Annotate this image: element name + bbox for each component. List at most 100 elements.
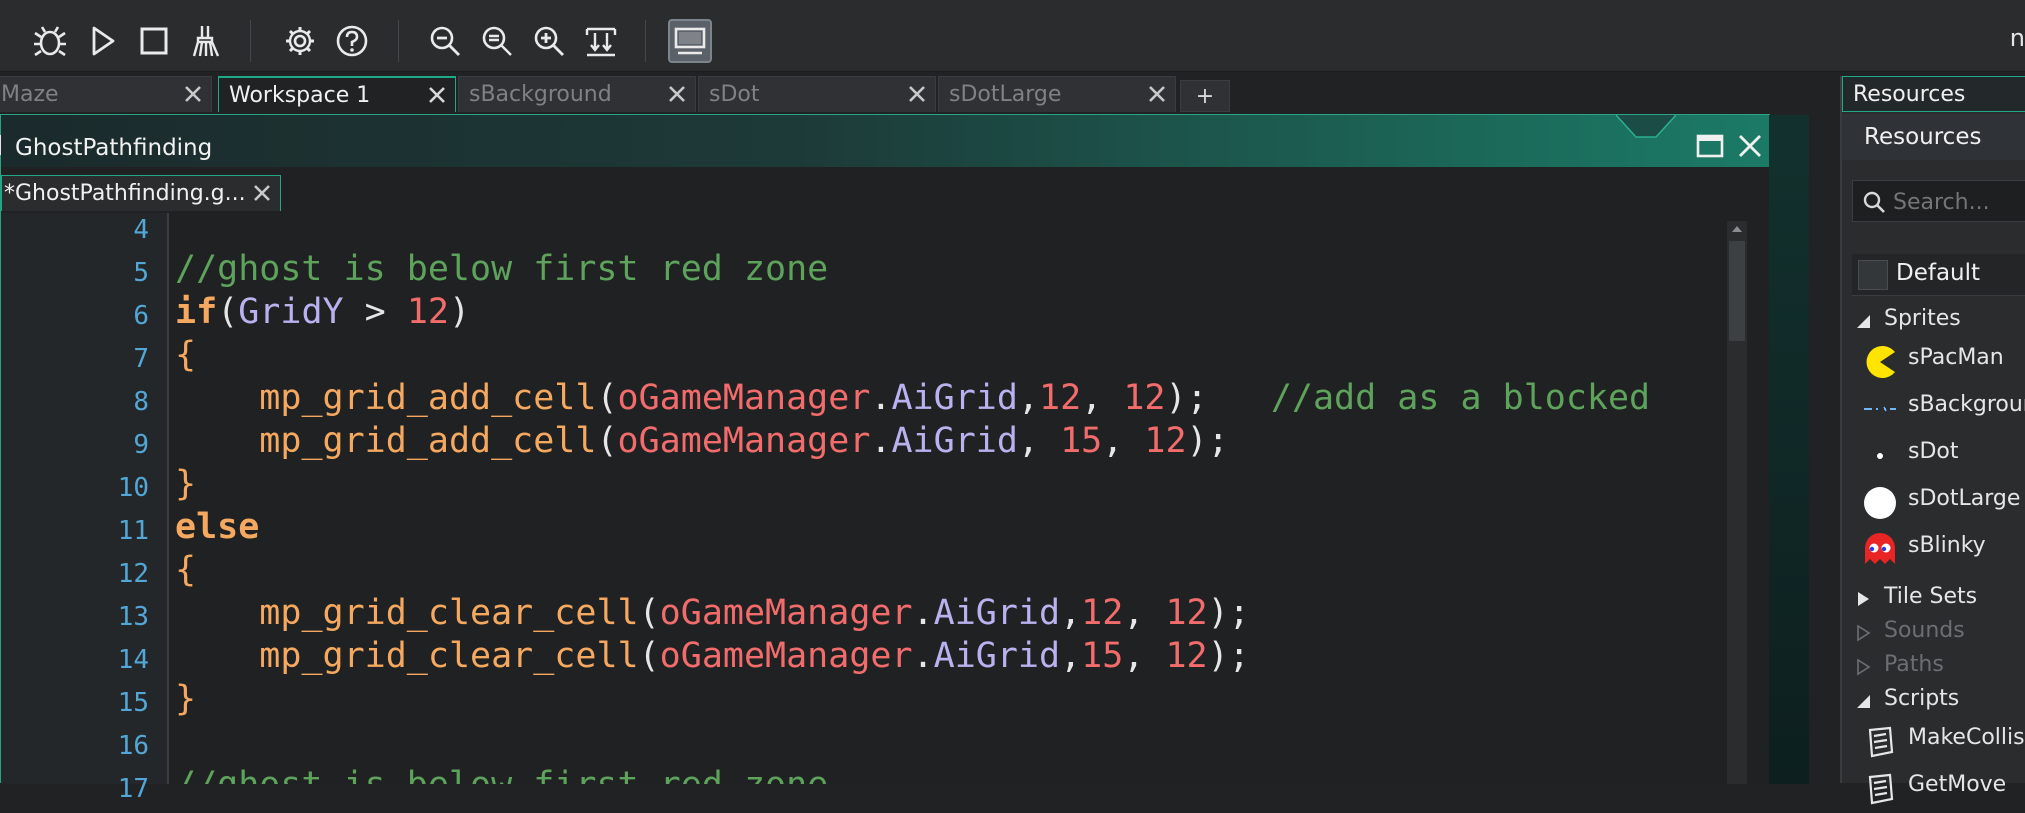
script-icon [1868,773,1894,805]
code-token: ( [638,636,660,676]
resource-item-makecollision[interactable]: MakeCollision [1842,720,2025,766]
code-line[interactable]: } [175,463,196,506]
scroll-up-icon[interactable] [1729,221,1745,237]
window-title-bar[interactable]: GhostPathfinding [0,115,1769,167]
code-line[interactable]: mp_grid_clear_cell(oGameManager.AiGrid,1… [175,592,1249,635]
line-number: 4 [133,215,149,245]
resource-item-sdotlarge[interactable]: sDotLarge [1842,481,2025,527]
run-button[interactable] [80,19,124,63]
code-token: AiGrid [891,421,1018,461]
resource-item-sdot[interactable]: sDot [1842,434,2025,480]
item-label: GetMove [1908,772,2007,797]
code-token: oGameManager [617,378,871,418]
tab-sdot[interactable]: sDot [698,76,936,112]
code-line[interactable]: mp_grid_clear_cell(oGameManager.AiGrid,1… [175,635,1249,678]
code-token: , [1123,636,1166,676]
resource-group-sounds[interactable]: Sounds [1842,618,2025,652]
gear-icon [286,27,314,55]
zoom-out-icon [430,26,460,56]
close-icon[interactable] [425,83,449,107]
close-icon[interactable] [665,82,689,106]
resources-search[interactable] [1852,180,2025,222]
code-token: , [1017,421,1061,461]
code-token: mp_grid_add_cell [259,421,597,461]
broom-icon [192,26,220,57]
expanded-triangle-icon [1857,695,1870,708]
group-label: Tile Sets [1884,584,1978,609]
tab-workspace-1[interactable]: Workspace 1 [218,76,456,112]
resources-panel: Resources Resources Default Sprites sPac… [1840,76,2025,805]
help-icon [336,25,368,57]
expanded-triangle-icon [1857,315,1870,328]
code-area[interactable]: //ghost is below first red zone if(GridY … [175,213,1715,784]
fit-button[interactable] [579,19,623,63]
code-token: 12 [1165,636,1208,676]
play-icon [92,26,115,56]
monitor-icon [674,27,706,55]
code-line[interactable]: //ghost is below first red zone [175,248,828,291]
resource-item-getmove[interactable]: GetMove [1842,767,2025,813]
tab-sdotlarge[interactable]: sDotLarge [938,76,1176,112]
code-token: if [175,292,218,332]
resource-group-tile-sets[interactable]: Tile Sets [1842,584,2025,618]
code-line[interactable]: mp_grid_add_cell(oGameManager.AiGrid, 15… [175,420,1228,463]
help-button[interactable] [330,19,374,63]
resource-item-spacman[interactable]: sPacMan [1842,340,2025,386]
code-line[interactable]: { [175,549,196,592]
code-editor[interactable]: 4 5 6 7 8 9 10 11 12 13 14 15 16 17 //ghost is below … [1,213,1769,804]
code-token: mp_grid_clear_cell [259,636,639,676]
zoom-reset-button[interactable] [475,19,519,63]
resource-group-scripts[interactable]: Scripts [1842,686,2025,720]
resource-view-default[interactable]: Default [1852,254,2025,296]
zoom-out-button[interactable] [423,19,467,63]
close-icon[interactable] [905,82,929,106]
add-tab-button[interactable]: + [1180,80,1230,112]
line-number: 15 [117,688,149,718]
stop-button[interactable] [132,19,176,63]
background-icon [1864,406,1896,412]
scrollbar-thumb[interactable] [1729,241,1745,341]
line-number: 14 [117,645,149,675]
collapsed-triangle-icon [1857,658,1871,676]
code-line[interactable]: //ghost is below first red zone [175,764,828,784]
tab-sbackground[interactable]: sBackground [458,76,696,112]
resource-group-sprites[interactable]: Sprites [1842,306,2025,340]
target-device-button[interactable] [668,19,712,63]
tab-ghostpathfinding-gml[interactable]: *GhostPathfinding.g... [1,175,281,211]
code-line[interactable]: if(GridY > 12) [175,291,470,334]
code-line[interactable]: mp_grid_add_cell(oGameManager.AiGrid,12,… [175,377,1650,420]
code-token: , [1060,593,1082,633]
clean-button[interactable] [184,19,228,63]
line-number: 12 [117,559,149,589]
code-line[interactable]: { [175,334,196,377]
tab-maze[interactable]: Maze [0,76,212,112]
debug-button[interactable] [28,19,72,63]
tab-label: sDotLarge [949,82,1062,107]
item-label: MakeCollision [1908,725,2025,750]
bug-icon [34,26,66,57]
code-token: AiGrid [933,636,1061,676]
code-token: . [912,593,934,633]
code-line[interactable]: else [175,506,259,549]
resource-item-sbackground[interactable]: sBackground [1842,387,2025,433]
code-line[interactable]: } [175,678,196,721]
zoom-in-button[interactable] [527,19,571,63]
code-editor-window: GhostPathfinding *GhostPathfinding.g... … [0,114,1809,804]
code-token: { [175,335,197,375]
resource-group-paths[interactable]: Paths [1842,652,2025,686]
code-token: AiGrid [933,593,1061,633]
code-token: 15 [1060,421,1103,461]
close-window-icon[interactable] [1735,131,1765,161]
code-token: . [870,378,892,418]
close-icon[interactable] [250,181,274,205]
resource-item-sblinky[interactable]: sBlinky [1842,528,2025,574]
resources-panel-header[interactable]: Resources [1842,76,2025,112]
settings-button[interactable] [278,19,322,63]
vertical-scrollbar[interactable] [1727,221,1747,784]
close-icon[interactable] [1145,82,1169,106]
maximize-icon[interactable] [1695,131,1725,161]
search-input[interactable] [1893,189,2023,215]
code-token: } [175,464,197,504]
close-icon[interactable] [181,82,205,106]
